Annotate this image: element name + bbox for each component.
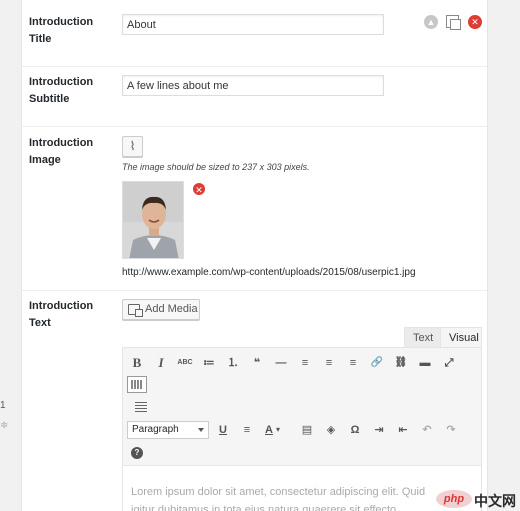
editor-content-line-2: igitur dubitamus in tota eius natura qua…	[131, 504, 397, 511]
add-media-label: Add Media	[145, 303, 198, 315]
paste-text-icon[interactable]	[135, 402, 147, 413]
bold-icon[interactable]: B	[127, 353, 147, 373]
horizontal-line-icon[interactable]: —	[271, 353, 291, 373]
align-center-icon[interactable]: ≡	[319, 353, 339, 373]
introduction-title-label: Introduction Title	[29, 16, 94, 45]
remove-image-icon[interactable]: ✕	[192, 182, 206, 196]
unlink-icon[interactable]: ⛓	[391, 353, 411, 373]
format-select-value: Paragraph	[132, 424, 179, 435]
introduction-subtitle-label: Introduction Subtitle	[29, 76, 94, 105]
indent-icon[interactable]: ⇥	[369, 420, 389, 440]
introduction-text-label: Introduction Text	[29, 300, 94, 329]
settings-panel: Introduction Title ▲ ✕ Introduction Subt…	[21, 0, 488, 511]
add-media-icon	[128, 304, 143, 317]
attach-image-button[interactable]: ⌇	[122, 136, 143, 157]
format-select[interactable]: Paragraph	[127, 421, 209, 439]
tab-visual[interactable]: Visual	[440, 327, 482, 349]
move-up-icon[interactable]: ▲	[424, 15, 438, 29]
text-color-dropdown-icon[interactable]: ▾	[273, 420, 283, 440]
clear-formatting-icon[interactable]: ◈	[321, 420, 341, 440]
introduction-subtitle-input[interactable]	[122, 75, 384, 96]
toolbar-toggle-icon[interactable]	[127, 376, 147, 393]
undo-icon[interactable]: ↶	[417, 420, 437, 440]
watermark-php-logo: php	[436, 490, 472, 508]
bullet-list-icon[interactable]: ≔	[199, 353, 219, 373]
portrait-image	[123, 182, 183, 258]
help-icon[interactable]: ?	[131, 447, 143, 459]
italic-icon[interactable]: I	[151, 353, 171, 373]
insert-link-icon[interactable]: 🔗	[367, 353, 387, 373]
row-introduction-title: Introduction Title ▲ ✕	[22, 0, 487, 67]
editor-content-line-1: Lorem ipsum dolor sit amet, consectetur …	[131, 486, 426, 498]
align-left-icon[interactable]: ≡	[295, 353, 315, 373]
numbered-list-icon[interactable]: ⒈	[223, 353, 243, 373]
special-character-icon[interactable]: Ω	[345, 420, 365, 440]
watermark-text: 中文网	[474, 493, 516, 509]
editor-content-text: Lorem ipsum dolor sit amet, consectetur …	[131, 483, 473, 511]
sidebar-drag-icon: ≑	[0, 420, 9, 431]
paperclip-icon: ⌇	[129, 139, 136, 153]
sidebar-number: 1	[0, 400, 6, 411]
sidebar-fragment: 1 ≑	[0, 400, 8, 431]
fullscreen-icon[interactable]: ⤢	[439, 353, 459, 373]
strikethrough-icon[interactable]: ABC	[175, 353, 195, 373]
rich-text-editor: B I ABC ≔ ⒈ ❝ — ≡ ≡ ≡ 🔗 ⛓ ▬ ⤢ Paragraph …	[122, 347, 482, 511]
image-url: http://www.example.com/wp-content/upload…	[122, 267, 416, 278]
tab-text[interactable]: Text	[404, 327, 443, 349]
outdent-icon[interactable]: ⇤	[393, 420, 413, 440]
watermark: php 中文网	[436, 488, 520, 511]
editor-toolbar-row-2: U ≡ A ▾ ▤ ◈ Ω ⇥ ⇤ ↶ ↷	[213, 420, 479, 440]
align-right-icon[interactable]: ≡	[343, 353, 363, 373]
blockquote-icon[interactable]: ❝	[247, 353, 267, 373]
add-media-button[interactable]: Add Media	[122, 299, 200, 320]
duplicate-icon[interactable]	[446, 15, 461, 30]
underline-icon[interactable]: U	[213, 420, 233, 440]
editor-content-area[interactable]: Lorem ipsum dolor sit amet, consectetur …	[123, 465, 481, 511]
row-introduction-subtitle: Introduction Subtitle	[22, 67, 487, 127]
introduction-title-input[interactable]	[122, 14, 384, 35]
justify-icon[interactable]: ≡	[237, 420, 257, 440]
read-more-icon[interactable]: ▬	[415, 353, 435, 373]
remove-row-icon[interactable]: ✕	[468, 15, 482, 29]
introduction-image-label: Introduction Image	[29, 137, 94, 166]
editor-toolbar-row-1: B I ABC ≔ ⒈ ❝ — ≡ ≡ ≡ 🔗 ⛓ ▬ ⤢	[127, 353, 479, 373]
chevron-down-icon	[198, 428, 204, 432]
redo-icon[interactable]: ↷	[441, 420, 461, 440]
paste-as-text-icon[interactable]: ▤	[297, 420, 317, 440]
image-thumbnail[interactable]	[122, 181, 184, 259]
row-controls: ▲ ✕	[424, 15, 484, 31]
image-size-hint: The image should be sized to 237 x 303 p…	[122, 162, 310, 172]
